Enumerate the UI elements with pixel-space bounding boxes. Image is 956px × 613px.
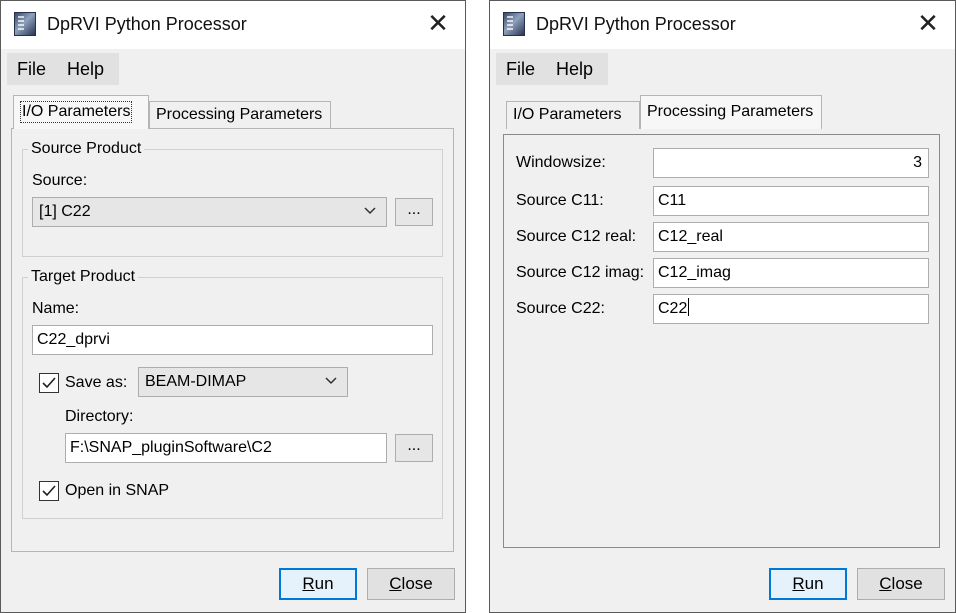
menu-file[interactable]: File [17, 59, 46, 80]
source-label: Source: [32, 172, 88, 189]
name-label: Name: [32, 300, 80, 317]
source-product-value: [1] C22 [39, 203, 91, 220]
text-caret [688, 298, 690, 316]
chevron-down-icon [364, 207, 376, 215]
target-product-group: Target Product Name: C22_dprvi Save as: … [22, 268, 443, 519]
group-title-source-product: Source Product [28, 140, 145, 158]
tab-processing-parameters[interactable]: Processing Parameters [149, 101, 331, 129]
snap-app-icon [503, 12, 525, 36]
dialog-window-processing: DpRVI Python Processor ✕ File Help I/O P… [489, 0, 956, 613]
directory-label: Directory: [65, 408, 134, 425]
param-label-c12-real: Source C12 real: [516, 228, 637, 245]
save-as-checkbox[interactable] [39, 373, 59, 393]
title-bar: DpRVI Python Processor ✕ [1, 1, 465, 49]
save-as-label: Save as: [65, 374, 128, 391]
menu-file[interactable]: File [506, 59, 535, 80]
directory-browse-button[interactable]: ... [395, 434, 433, 462]
param-field-c12-imag[interactable]: C12_imag [653, 258, 929, 288]
source-product-select[interactable]: [1] C22 [32, 197, 387, 227]
param-label-c22: Source C22: [516, 300, 605, 317]
menu-bar: File Help [490, 49, 955, 85]
snap-app-icon [14, 12, 36, 36]
close-icon[interactable]: ✕ [423, 9, 453, 39]
param-label-c12-imag: Source C12 imag: [516, 264, 645, 281]
menu-bar: File Help [1, 49, 465, 85]
run-button[interactable]: Run [769, 568, 847, 600]
close-icon[interactable]: ✕ [913, 9, 943, 39]
tab-io-parameters[interactable]: I/O Parameters [13, 95, 149, 129]
menu-help[interactable]: Help [556, 59, 593, 80]
tab-processing-parameters[interactable]: Processing Parameters [640, 95, 822, 129]
window-title: DpRVI Python Processor [536, 14, 736, 34]
open-in-snap-checkbox[interactable] [39, 481, 59, 501]
format-value: BEAM-DIMAP [145, 373, 247, 390]
title-bar: DpRVI Python Processor ✕ [490, 1, 955, 49]
checkmark-icon [42, 377, 56, 389]
dialog-window-io: DpRVI Python Processor ✕ File Help I/O P… [0, 0, 466, 613]
window-title: DpRVI Python Processor [47, 14, 247, 34]
source-browse-button[interactable]: ... [395, 198, 433, 226]
checkmark-icon [42, 485, 56, 497]
group-title-target-product: Target Product [28, 268, 139, 286]
close-button[interactable]: Close [367, 568, 455, 600]
param-field-c12-real[interactable]: C12_real [653, 222, 929, 252]
source-product-group: Source Product Source: [1] C22 ... [22, 140, 443, 257]
param-label-windowsize: Windowsize: [516, 154, 606, 171]
target-name-field[interactable]: C22_dprvi [32, 325, 433, 355]
open-in-snap-label: Open in SNAP [65, 482, 170, 499]
processing-parameters-panel: Windowsize: 3 Source C11: C11 Source C12… [503, 134, 940, 548]
directory-field[interactable]: F:\SNAP_pluginSoftware\C2 [65, 433, 387, 463]
menu-help[interactable]: Help [67, 59, 104, 80]
close-button[interactable]: Close [857, 568, 945, 600]
param-label-c11: Source C11: [516, 192, 604, 209]
tab-io-parameters[interactable]: I/O Parameters [506, 101, 640, 129]
param-field-c11[interactable]: C11 [653, 186, 929, 216]
chevron-down-icon [325, 377, 337, 385]
io-parameters-panel: Source Product Source: [1] C22 ... Targe… [11, 128, 454, 552]
param-field-c22[interactable]: C22 [653, 294, 929, 324]
format-select[interactable]: BEAM-DIMAP [138, 367, 348, 397]
param-value-c22: C22 [658, 300, 688, 317]
param-field-windowsize[interactable]: 3 [653, 148, 929, 178]
run-button[interactable]: Run [279, 568, 357, 600]
